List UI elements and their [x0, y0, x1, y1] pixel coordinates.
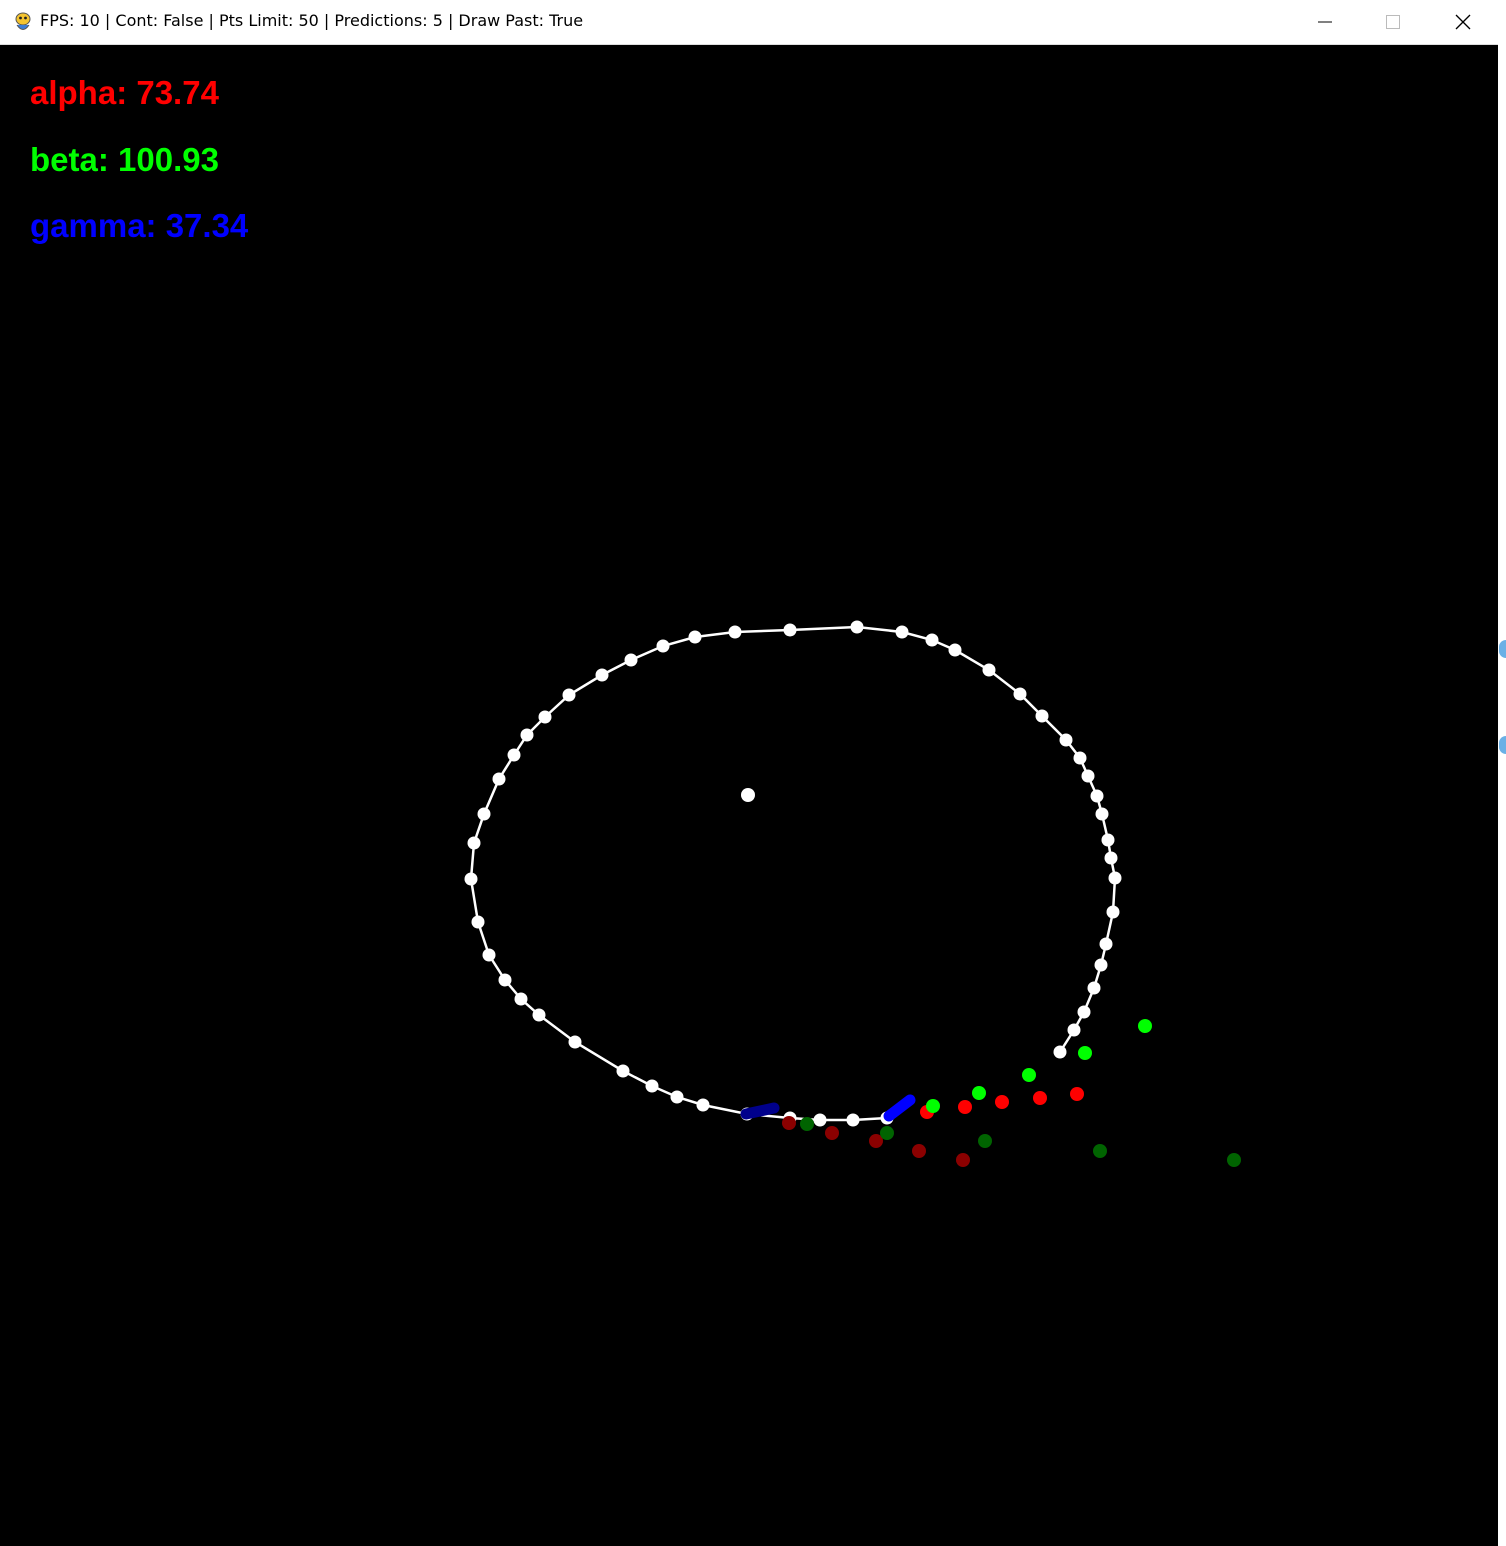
past-prediction-point: [825, 1126, 839, 1140]
trail-point: [925, 633, 939, 647]
trajectory-plot: [464, 620, 1241, 1167]
trail-point: [492, 772, 506, 786]
trail-point: [1035, 709, 1049, 723]
trail-point: [1077, 1005, 1091, 1019]
trail-point: [520, 728, 534, 742]
trail-point: [568, 1035, 582, 1049]
trail-point: [1087, 981, 1101, 995]
trail-point: [471, 915, 485, 929]
trail-point: [595, 668, 609, 682]
prediction-point: [995, 1095, 1009, 1109]
trail-point: [482, 948, 496, 962]
prediction-point: [1033, 1091, 1047, 1105]
trail-point: [846, 1113, 860, 1127]
trail-point: [477, 807, 491, 821]
prediction-point: [958, 1100, 972, 1114]
past-prediction-point: [782, 1116, 796, 1130]
trail-point: [532, 1008, 546, 1022]
past-prediction-point: [800, 1117, 814, 1131]
prediction-point: [1070, 1087, 1084, 1101]
past-prediction-point: [1227, 1153, 1241, 1167]
past-prediction-point: [912, 1144, 926, 1158]
arm-segment: [883, 1094, 916, 1122]
trail-point: [670, 1090, 684, 1104]
trail-point: [895, 625, 909, 639]
past-prediction-point: [880, 1126, 894, 1140]
center-point: [741, 788, 755, 802]
trail-point: [624, 653, 638, 667]
trail-point: [1108, 871, 1122, 885]
trail-point: [1099, 937, 1113, 951]
trail-point: [1106, 905, 1120, 919]
prediction-point: [1078, 1046, 1092, 1060]
prediction-point: [972, 1086, 986, 1100]
trail-point: [1081, 769, 1095, 783]
trail-point: [467, 836, 481, 850]
edge-indicator: [1499, 640, 1506, 658]
trail-point: [538, 710, 552, 724]
trail-point: [507, 748, 521, 762]
window-right-border: [1498, 0, 1506, 1546]
prediction-point: [926, 1099, 940, 1113]
trail-point: [1073, 751, 1087, 765]
past-prediction-point: [1093, 1144, 1107, 1158]
past-prediction-point: [978, 1134, 992, 1148]
trail-point: [645, 1079, 659, 1093]
prediction-point: [1138, 1019, 1152, 1033]
trail-point: [982, 663, 996, 677]
trail-point: [1053, 1045, 1067, 1059]
trail-point: [514, 992, 528, 1006]
trail-point: [498, 973, 512, 987]
trail-point: [813, 1113, 827, 1127]
trail-point: [1104, 851, 1118, 865]
trail-point: [783, 623, 797, 637]
past-arm-segment: [740, 1102, 780, 1120]
past-prediction-point: [956, 1153, 970, 1167]
trail-point: [1095, 807, 1109, 821]
trail-point: [1090, 789, 1104, 803]
trail-point: [948, 643, 962, 657]
edge-indicator: [1499, 736, 1506, 754]
trail-point: [1094, 958, 1108, 972]
trail-point: [728, 625, 742, 639]
trail-point: [562, 688, 576, 702]
trail-point: [850, 620, 864, 634]
trail-point: [1013, 687, 1027, 701]
trail-point: [1059, 733, 1073, 747]
trail-point: [656, 639, 670, 653]
trail-point: [464, 872, 478, 886]
trail-point: [616, 1064, 630, 1078]
trail-point: [1067, 1023, 1081, 1037]
trail-point: [1101, 833, 1115, 847]
prediction-point: [1022, 1068, 1036, 1082]
trail-point: [696, 1098, 710, 1112]
trail-point: [688, 630, 702, 644]
